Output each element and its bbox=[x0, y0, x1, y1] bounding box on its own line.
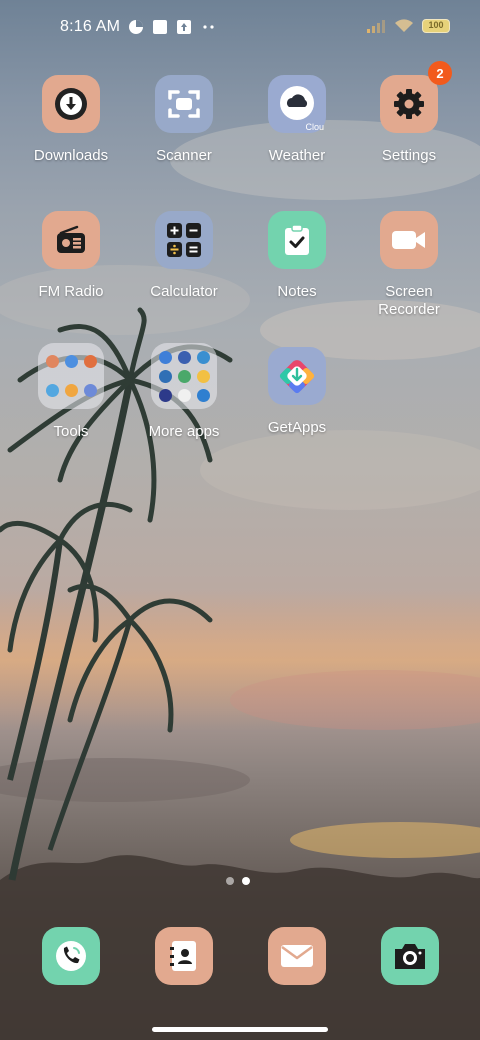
folder-mini-icon bbox=[196, 350, 210, 364]
page-indicator bbox=[226, 877, 250, 885]
notification-square-icon bbox=[153, 20, 168, 34]
wifi-icon bbox=[395, 19, 413, 32]
mail-app-icon[interactable] bbox=[268, 927, 326, 985]
folder-mini-icon bbox=[177, 369, 191, 383]
weather-sublabel: Clou bbox=[305, 122, 324, 132]
settings-app-icon[interactable]: 2 bbox=[380, 61, 452, 133]
folder-mini-icon bbox=[196, 369, 210, 383]
app-weather[interactable]: Clou Weather bbox=[241, 75, 353, 165]
tools-folder-icon[interactable] bbox=[38, 343, 104, 409]
app-label: Tools bbox=[53, 423, 89, 440]
folder-mini-icon bbox=[45, 355, 59, 369]
folder-mini-icon bbox=[83, 355, 97, 369]
gear-icon bbox=[394, 89, 424, 119]
status-left: 8:16 AM bbox=[60, 18, 218, 36]
calculator-app-icon[interactable] bbox=[155, 211, 213, 269]
app-label: Calculator bbox=[150, 283, 218, 300]
app-label: Settings bbox=[381, 147, 437, 164]
app-scanner[interactable]: Scanner bbox=[128, 75, 240, 165]
folder-mini-icon bbox=[64, 355, 78, 369]
app-settings[interactable]: 2 Settings bbox=[353, 61, 465, 165]
folder-mini-icon bbox=[158, 350, 172, 364]
app-label: GetApps bbox=[267, 419, 327, 436]
folder-tools[interactable]: Tools bbox=[15, 343, 127, 441]
scanner-icon bbox=[168, 90, 200, 118]
dock-phone[interactable] bbox=[42, 927, 100, 985]
video-camera-icon bbox=[392, 231, 425, 249]
app-downloads[interactable]: Downloads bbox=[15, 75, 127, 165]
folder-mini-icon bbox=[177, 350, 191, 364]
app-label: Weather bbox=[268, 147, 326, 164]
camera-icon bbox=[395, 944, 425, 969]
folder-mini-icon bbox=[158, 369, 172, 383]
status-time: 8:16 AM bbox=[60, 18, 121, 35]
app-notes[interactable]: Notes bbox=[241, 211, 353, 301]
status-bar: 8:16 AM 100 bbox=[0, 0, 480, 56]
dock-contacts[interactable] bbox=[155, 927, 213, 985]
upload-icon bbox=[177, 20, 192, 34]
battery-indicator: 100 bbox=[422, 19, 450, 33]
app-label: Notes bbox=[277, 283, 317, 300]
folder-mini-icon bbox=[83, 383, 97, 397]
app-label: More apps bbox=[148, 423, 220, 440]
contacts-icon bbox=[170, 941, 196, 971]
notes-app-icon[interactable] bbox=[268, 211, 326, 269]
weather-app-icon[interactable]: Clou bbox=[268, 75, 326, 133]
app-getapps[interactable]: GetApps bbox=[241, 347, 353, 437]
radio-icon bbox=[57, 225, 85, 253]
app-label: Scanner bbox=[156, 147, 212, 164]
download-icon bbox=[55, 88, 87, 120]
app-label: Screen Recorder bbox=[378, 283, 440, 318]
downloads-app-icon[interactable] bbox=[42, 75, 100, 133]
app-label: FM Radio bbox=[38, 283, 104, 300]
folder-mini-icon bbox=[45, 383, 59, 397]
app-calculator[interactable]: Calculator bbox=[128, 211, 240, 301]
folder-more-apps[interactable]: More apps bbox=[128, 343, 240, 441]
dock-mail[interactable] bbox=[268, 927, 326, 985]
mail-icon bbox=[281, 945, 313, 967]
contacts-app-icon[interactable] bbox=[155, 927, 213, 985]
data-saver-icon bbox=[129, 20, 144, 34]
app-screen-recorder[interactable]: Screen Recorder bbox=[353, 211, 465, 319]
getapps-icon bbox=[279, 360, 315, 394]
folder-mini-icon bbox=[196, 388, 210, 402]
phone-icon bbox=[56, 941, 86, 971]
more-notifications-icon bbox=[203, 25, 214, 29]
calculator-icon bbox=[167, 223, 201, 257]
folder-mini-icon bbox=[177, 388, 191, 402]
folder-mini-icon bbox=[158, 388, 172, 402]
more-apps-folder-icon[interactable] bbox=[151, 343, 217, 409]
fm-radio-app-icon[interactable] bbox=[42, 211, 100, 269]
status-right: 100 bbox=[366, 18, 450, 34]
notification-badge: 2 bbox=[428, 61, 452, 85]
page-dot-active bbox=[242, 877, 250, 885]
app-fm-radio[interactable]: FM Radio bbox=[15, 211, 127, 301]
dock-camera[interactable] bbox=[381, 927, 439, 985]
phone-app-icon[interactable] bbox=[42, 927, 100, 985]
camera-app-icon[interactable] bbox=[381, 927, 439, 985]
notes-icon bbox=[285, 224, 309, 255]
screen-recorder-app-icon[interactable] bbox=[380, 211, 438, 269]
folder-mini-icon bbox=[64, 383, 78, 397]
home-gesture-bar[interactable] bbox=[152, 1027, 328, 1032]
page-dot bbox=[226, 877, 234, 885]
app-label: Downloads bbox=[33, 147, 109, 164]
signal-icon bbox=[367, 20, 385, 33]
scanner-app-icon[interactable] bbox=[155, 75, 213, 133]
getapps-app-icon[interactable] bbox=[268, 347, 326, 405]
